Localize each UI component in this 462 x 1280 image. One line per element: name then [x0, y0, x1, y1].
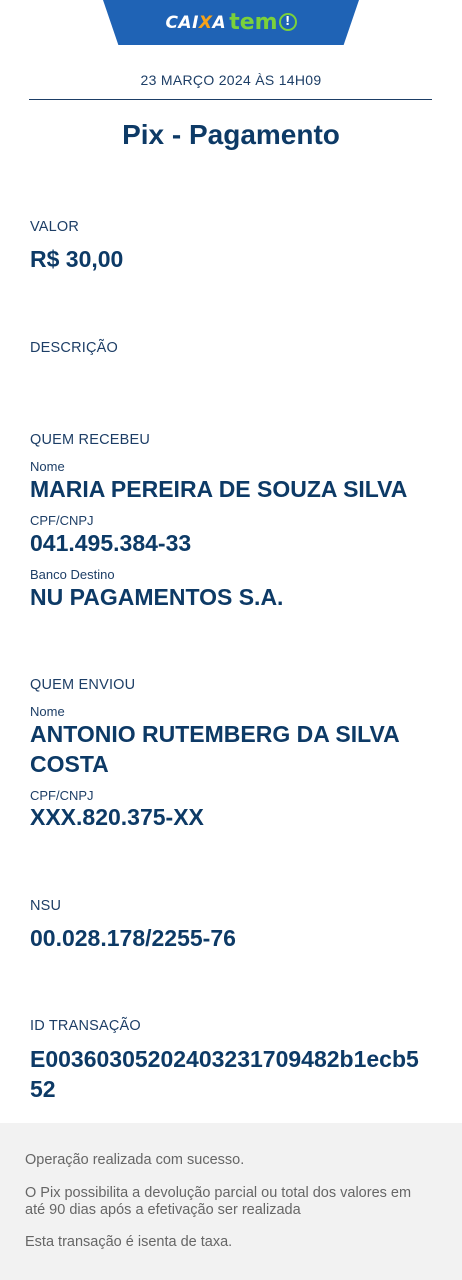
nsu-value: 00.028.178/2255-76 [30, 925, 236, 951]
id-transacao-value: E00360305202403231709482b1ecb552 [30, 1046, 419, 1102]
page-title: Pix - Pagamento [122, 119, 340, 150]
caixa-tem-logo: CAIXA tem! [103, 0, 359, 45]
enviou-nome-label: Nome [30, 704, 65, 719]
recebeu-nome-label: Nome [30, 459, 65, 474]
enviou-nome-value: ANTONIO RUTEMBERG DA SILVA COSTA [30, 721, 399, 777]
receipt-page: CAIXA tem! 23 MARÇO 2024 ÀS 14H09 Pix - … [0, 0, 462, 1280]
recebeu-nome-value: MARIA PEREIRA DE SOUZA SILVA [30, 476, 408, 502]
recebeu-cpf-label: CPF/CNPJ [30, 513, 94, 528]
quem-enviou-label: QUEM ENVIOU [30, 677, 136, 693]
enviou-cpf-label: CPF/CNPJ [30, 788, 94, 803]
logo-caixa-text: CAIXA [165, 12, 227, 33]
header-divider [29, 99, 432, 100]
valor-label: VALOR [30, 219, 80, 235]
refund-info: O Pix possibilita a devolução parcial ou… [25, 1185, 412, 1218]
recebeu-cpf-value: 041.495.384-33 [30, 530, 192, 556]
logo-tem-text: tem! [229, 10, 297, 35]
quem-recebeu-label: QUEM RECEBEU [30, 432, 151, 448]
banco-destino-label: Banco Destino [30, 567, 115, 582]
valor-value: R$ 30,00 [30, 246, 124, 272]
id-transacao-label: ID TRANSAÇÃO [30, 1018, 141, 1034]
enviou-cpf-value: XXX.820.375-XX [30, 804, 204, 830]
descricao-label: DESCRIÇÃO [30, 340, 119, 356]
nsu-label: NSU [30, 898, 62, 914]
banco-destino-value: NU PAGAMENTOS S.A. [30, 584, 284, 610]
footer-panel: Operação realizada com sucesso. O Pix po… [0, 1123, 462, 1280]
fee-info: Esta transação é isenta de taxa. [25, 1234, 233, 1250]
speech-bubble-icon: ! [278, 13, 297, 31]
success-message: Operação realizada com sucesso. [25, 1152, 245, 1168]
transaction-timestamp: 23 MARÇO 2024 ÀS 14H09 [140, 72, 322, 88]
